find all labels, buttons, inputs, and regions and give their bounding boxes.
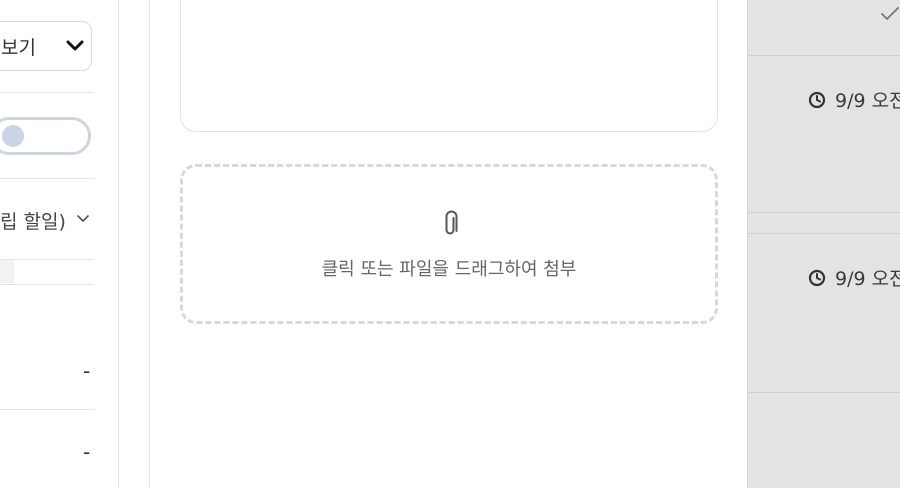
toggle-switch[interactable] bbox=[0, 117, 91, 155]
content-textarea[interactable] bbox=[180, 0, 718, 132]
scroll-indicator bbox=[0, 260, 14, 283]
view-select[interactable]: 보기 bbox=[0, 21, 92, 71]
chevron-down-icon bbox=[66, 40, 84, 51]
list-item[interactable]: 9/9 오전 bbox=[808, 264, 900, 291]
divider bbox=[748, 392, 900, 393]
task-time: 9/9 오전 bbox=[835, 90, 900, 112]
divider bbox=[0, 178, 94, 179]
view-select-value: 보기 bbox=[1, 37, 36, 59]
divider bbox=[0, 92, 94, 93]
divider bbox=[0, 284, 94, 285]
divider bbox=[0, 259, 94, 260]
toggle-knob bbox=[2, 125, 24, 147]
task-time: 9/9 오전 bbox=[835, 268, 900, 290]
task-list-panel: 9/9 오전 9/9 오전 bbox=[748, 0, 900, 488]
settings-panel: 보기 립 할일) - - bbox=[0, 0, 119, 488]
divider bbox=[0, 409, 94, 410]
row-value: - bbox=[83, 440, 91, 464]
divider bbox=[748, 233, 900, 234]
paperclip-icon bbox=[445, 210, 458, 235]
dropzone-label: 클릭 또는 파일을 드래그하여 첨부 bbox=[321, 259, 577, 280]
row-value: - bbox=[83, 359, 91, 383]
editor-panel: 클릭 또는 파일을 드래그하여 첨부 bbox=[149, 0, 748, 488]
discount-dropdown-label[interactable]: 립 할일) bbox=[0, 207, 66, 234]
check-icon[interactable] bbox=[880, 6, 900, 22]
clock-icon bbox=[808, 91, 826, 108]
divider bbox=[748, 55, 900, 56]
divider bbox=[748, 212, 900, 213]
clock-icon bbox=[808, 269, 826, 286]
file-dropzone[interactable]: 클릭 또는 파일을 드래그하여 첨부 bbox=[180, 164, 718, 324]
list-item[interactable]: 9/9 오전 bbox=[808, 86, 900, 113]
chevron-down-icon[interactable] bbox=[76, 214, 90, 224]
